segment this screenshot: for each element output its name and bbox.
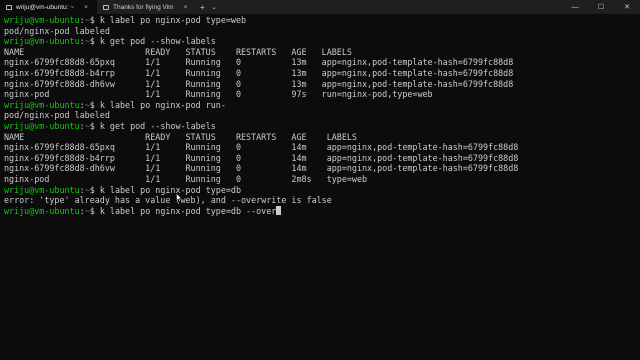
- output-line: error: 'type' already has a value (web),…: [4, 195, 332, 206]
- close-button[interactable]: ✕: [614, 0, 640, 14]
- tab-dropdown-chevron-icon[interactable]: ⌄: [209, 0, 220, 14]
- command-text: k get pod --show-labels: [94, 36, 216, 47]
- output-line: pod/nginx-pod labeled: [4, 110, 110, 121]
- tab-close-icon[interactable]: ×: [184, 4, 188, 11]
- output-line: pod/nginx-pod labeled: [4, 25, 110, 36]
- output-line: nginx-6799fc88d8-65pxq 1/1 Running 0 14m…: [4, 142, 519, 153]
- command-line: wriju@vm-ubuntu:~$ k get pod --show-labe…: [4, 36, 638, 47]
- output-line: nginx-6799fc88d8-dh6vw 1/1 Running 0 13m…: [4, 78, 514, 89]
- tab-title: wriju@vm-ubuntu: ~: [16, 3, 75, 11]
- output-line: nginx-6799fc88d8-b4rrp 1/1 Running 0 14m…: [4, 152, 519, 163]
- prompt-user-host: wriju@vm-ubuntu: [4, 205, 80, 216]
- command-text: k label po nginx-pod type=web: [94, 15, 247, 25]
- command-line: wriju@vm-ubuntu:~$ k label po nginx-pod …: [4, 205, 638, 217]
- maximize-button[interactable]: ☐: [588, 0, 614, 14]
- command-line: wriju@vm-ubuntu:~$ k get pod --show-labe…: [4, 121, 638, 132]
- command-line: wriju@vm-ubuntu:~$ k label po nginx-pod …: [4, 185, 638, 196]
- output-line: nginx-pod 1/1 Running 0 2m8s type=web: [4, 173, 368, 184]
- new-tab-button[interactable]: +: [196, 0, 209, 14]
- text-cursor: [276, 205, 282, 215]
- title-bar: wriju@vm-ubuntu: ~ × Thanks for flying V…: [0, 0, 640, 14]
- prompt-user-host: wriju@vm-ubuntu: [4, 99, 80, 110]
- command-text: k label po nginx-pod type=db: [94, 184, 242, 195]
- command-text: k get pod --show-labels: [94, 120, 216, 131]
- command-text: k label po nginx-pod type=db --over: [94, 205, 277, 216]
- command-line: wriju@vm-ubuntu:~$ k label po nginx-pod …: [4, 15, 638, 26]
- output-line: nginx-6799fc88d8-dh6vw 1/1 Running 0 14m…: [4, 163, 519, 174]
- output-line: nginx-6799fc88d8-65pxq 1/1 Running 0 13m…: [4, 57, 514, 68]
- tab-close-icon[interactable]: ×: [84, 4, 88, 11]
- tab-title: Thanks for flying Vim: [113, 3, 174, 11]
- terminal-output[interactable]: wriju@vm-ubuntu:~$ k label po nginx-pod …: [4, 15, 638, 216]
- output-line: NAME READY STATUS RESTARTS AGE LABELS: [4, 131, 357, 142]
- command-text: k label po nginx-pod run-: [94, 99, 226, 110]
- command-line: wriju@vm-ubuntu:~$ k label po nginx-pod …: [4, 100, 638, 111]
- tab-vim[interactable]: Thanks for flying Vim ×: [97, 0, 196, 14]
- prompt-user-host: wriju@vm-ubuntu: [4, 184, 80, 195]
- output-line: nginx-pod 1/1 Running 0 97s run=nginx-po…: [4, 89, 433, 100]
- title-bar-drag-area[interactable]: [220, 0, 562, 14]
- minimize-button[interactable]: —: [562, 0, 588, 14]
- terminal-icon: [6, 4, 12, 10]
- terminal-icon: [103, 4, 109, 10]
- output-line: nginx-6799fc88d8-b4rrp 1/1 Running 0 13m…: [4, 67, 514, 78]
- output-line: NAME READY STATUS RESTARTS AGE LABELS: [4, 46, 352, 57]
- prompt-user-host: wriju@vm-ubuntu: [4, 36, 80, 47]
- prompt-user-host: wriju@vm-ubuntu: [4, 120, 80, 131]
- mouse-pointer-icon: [176, 193, 182, 202]
- tab-terminal[interactable]: wriju@vm-ubuntu: ~ ×: [0, 0, 97, 14]
- prompt-user-host: wriju@vm-ubuntu: [4, 15, 80, 25]
